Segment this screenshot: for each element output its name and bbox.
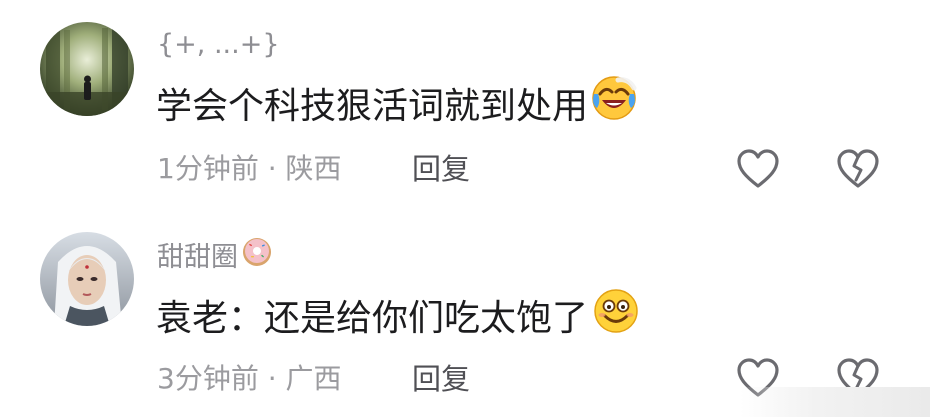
forest-avatar-image bbox=[40, 22, 134, 116]
username[interactable]: {+, ...+} bbox=[157, 28, 280, 62]
comment-time: 1分钟前 bbox=[157, 152, 259, 185]
comment-item: 甜甜圈 袁老：还是给你们吃太饱了 3分钟前 · 广西 回复 bbox=[0, 205, 930, 417]
dislike-button[interactable] bbox=[835, 148, 881, 190]
comment-text: 学会个科技狠活词就到处用 bbox=[156, 76, 638, 134]
comment-location: 陕西 bbox=[285, 152, 342, 185]
reply-button[interactable]: 回复 bbox=[412, 151, 470, 187]
meta-separator: · bbox=[267, 152, 277, 185]
comment-location: 广西 bbox=[285, 362, 342, 395]
comment-item: {+, ...+} 学会个科技狠活词就到处用 1分钟前 · 陕西 回复 bbox=[0, 0, 930, 205]
comment-time: 3分钟前 bbox=[157, 362, 259, 395]
reply-button[interactable]: 回复 bbox=[412, 361, 470, 397]
laughing-tears-emoji-icon bbox=[590, 74, 638, 134]
username-text: 甜甜圈 bbox=[157, 242, 238, 273]
meta-separator: · bbox=[267, 362, 277, 395]
comment-meta: 3分钟前 · 广西 bbox=[157, 361, 342, 397]
avatar[interactable] bbox=[40, 232, 134, 326]
comment-text-content: 袁老：还是给你们吃太饱了 bbox=[156, 298, 589, 339]
username[interactable]: 甜甜圈 bbox=[157, 238, 274, 278]
watermark-overlay bbox=[740, 387, 930, 417]
character-avatar-image bbox=[40, 232, 134, 326]
comment-text: 袁老：还是给你们吃太饱了 bbox=[156, 289, 640, 347]
comment-text-content: 学会个科技狠活词就到处用 bbox=[156, 86, 589, 127]
broken-heart-icon bbox=[837, 149, 879, 188]
comment-meta: 1分钟前 · 陕西 bbox=[157, 151, 342, 187]
heart-icon bbox=[737, 149, 779, 188]
like-button[interactable] bbox=[735, 148, 781, 190]
donut-emoji-icon bbox=[240, 235, 274, 278]
avatar[interactable] bbox=[40, 22, 134, 116]
grinning-emoji-icon bbox=[592, 287, 640, 347]
